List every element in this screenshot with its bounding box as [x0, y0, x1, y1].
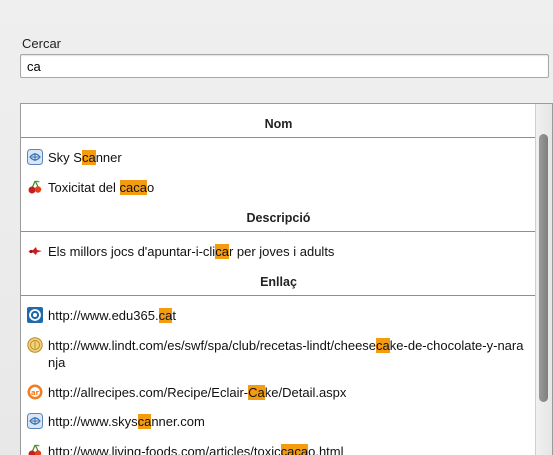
result-row[interactable]: http://www.living-foods.com/articles/tox… — [27, 443, 530, 455]
section-header-name: Nom — [21, 111, 536, 138]
result-row[interactable]: http://www.edu365.cat — [27, 307, 530, 324]
edu365-icon — [27, 307, 43, 323]
result-text: http://www.skyscanner.com — [48, 414, 205, 429]
match-highlight: ca — [376, 338, 390, 353]
results-scrollbar[interactable] — [535, 104, 552, 455]
results-list: Nom Sky Scanner Toxicitat del cacao Desc… — [21, 104, 536, 455]
result-row[interactable]: Sky Scanner — [27, 149, 530, 166]
lindt-icon — [27, 337, 43, 353]
result-text: http://www.edu365.cat — [48, 308, 176, 323]
cherry-icon — [28, 444, 42, 455]
result-text: http://www.living-foods.com/articles/tox… — [48, 443, 530, 455]
result-row[interactable]: http://www.skyscanner.com — [27, 413, 530, 430]
section-header-description: Descripció — [21, 205, 536, 232]
match-highlight: ca — [81, 150, 96, 165]
skyscanner-icon — [27, 413, 43, 429]
allrecipes-icon: ar — [27, 384, 43, 400]
result-row[interactable]: ar http://allrecipes.com/Recipe/Eclair-C… — [27, 384, 530, 401]
skyscanner-icon — [27, 149, 43, 165]
scroll-thumb[interactable] — [539, 134, 548, 402]
result-text: http://www.lindt.com/es/swf/spa/club/rec… — [48, 338, 524, 370]
cherry-icon — [28, 180, 42, 194]
result-row[interactable]: Toxicitat del cacao — [27, 179, 530, 196]
search-label: Cercar — [22, 36, 62, 51]
result-row[interactable]: http://www.lindt.com/es/swf/spa/club/rec… — [27, 337, 530, 371]
svg-text:ar: ar — [31, 389, 40, 397]
match-highlight: caca — [280, 444, 309, 455]
result-row[interactable]: Els millors jocs d'apuntar-i-clicar per … — [27, 243, 530, 260]
section-header-link: Enllaç — [21, 269, 536, 296]
result-text: http://allrecipes.com/Recipe/Eclair-Cake… — [48, 385, 347, 400]
search-input[interactable] — [20, 54, 549, 78]
results-panel: Nom Sky Scanner Toxicitat del cacao Desc… — [20, 103, 553, 455]
result-text: Sky Scanner — [48, 150, 122, 165]
result-text: Els millors jocs d'apuntar-i-clicar per … — [48, 244, 335, 259]
match-highlight: ca — [158, 308, 173, 323]
result-text: Toxicitat del cacao — [48, 180, 155, 195]
match-highlight: Ca — [248, 385, 265, 400]
match-highlight: ca — [215, 244, 229, 259]
match-highlight: caca — [119, 180, 148, 195]
match-highlight: ca — [137, 414, 152, 429]
search-dialog: Cercar Nom Sky Scanner — [0, 0, 553, 455]
red-shooter-icon — [28, 247, 42, 255]
